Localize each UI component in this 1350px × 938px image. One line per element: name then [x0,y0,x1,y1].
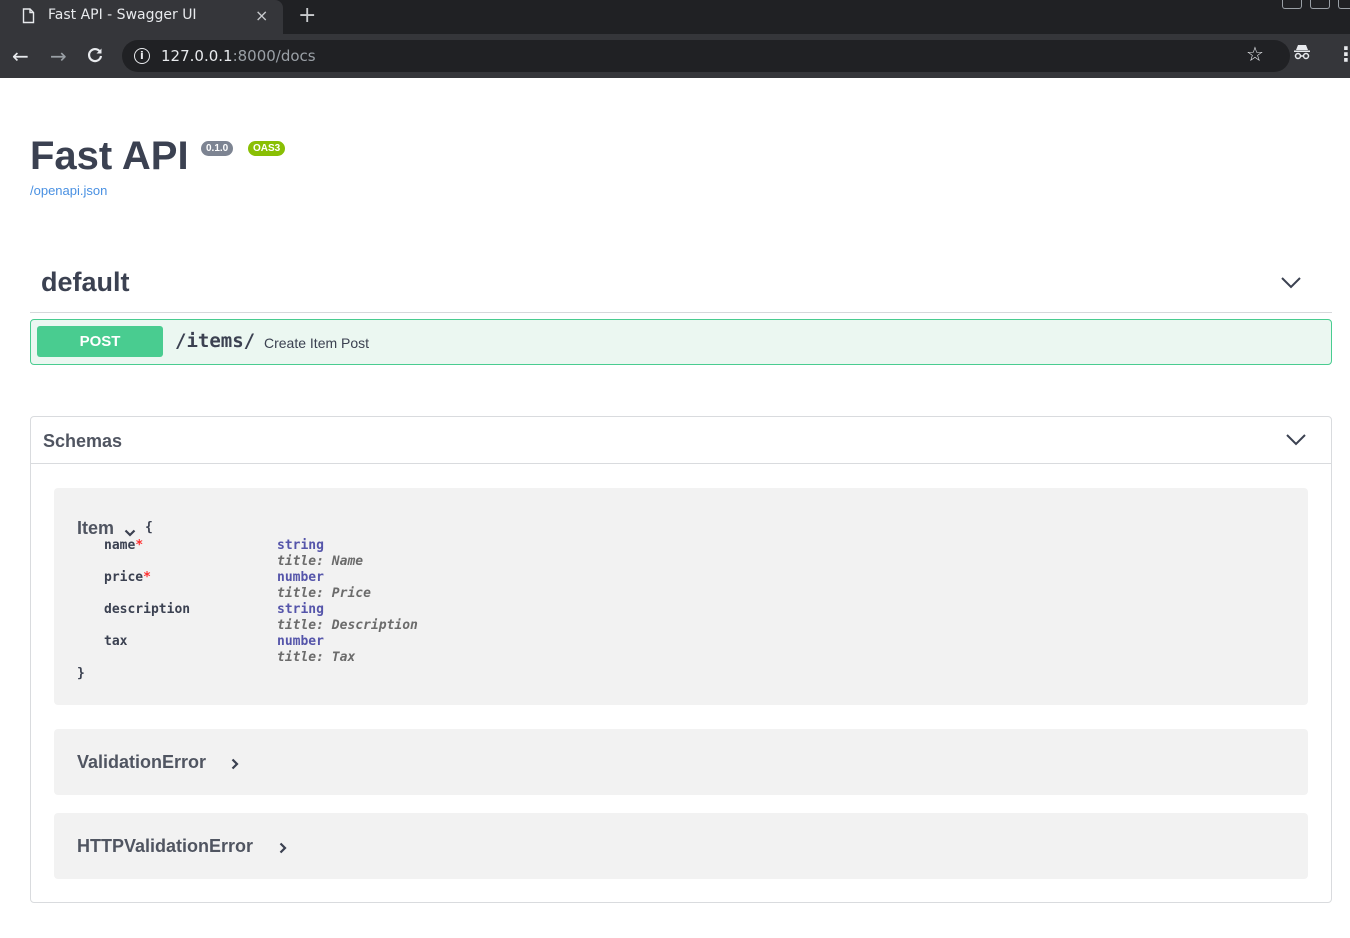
oas-badge: OAS3 [248,141,286,156]
chevron-right-icon[interactable] [279,841,287,859]
post-items-operation[interactable]: POST /items/ Create Item Post [30,319,1332,365]
api-title: Fast API [30,134,189,178]
chevron-right-icon[interactable] [231,757,239,775]
bookmark-star-icon[interactable]: ☆ [1246,42,1264,66]
reload-icon[interactable] [86,44,104,69]
open-brace: { [145,520,153,535]
property-type: number [277,570,324,585]
close-brace: } [77,666,85,681]
schemas-heading[interactable]: Schemas [43,431,122,452]
tag-divider [30,312,1332,313]
chevron-down-icon[interactable] [1285,433,1307,452]
model-title-http-validation-error[interactable]: HTTPValidationError [77,836,253,857]
model-item: Item { name* string title: Name price* n… [54,488,1308,705]
model-validation-error[interactable]: ValidationError [54,729,1308,795]
method-badge: POST [37,326,163,357]
property-type: number [277,634,324,649]
model-title-item[interactable]: Item [77,518,114,539]
property-description: description [104,602,191,617]
browser-menu-icon[interactable]: ⋮ [1336,42,1350,66]
schemas-divider [31,463,1331,464]
close-tab-icon[interactable]: × [255,6,268,25]
incognito-icon[interactable] [1293,44,1311,64]
openapi-spec-link[interactable]: /openapi.json [30,183,107,198]
tag-default-heading[interactable]: default [41,267,130,298]
version-badge: 0.1.0 [201,141,234,156]
property-tax: tax [104,634,128,649]
property-title: title: Tax [277,650,356,665]
forward-icon[interactable]: → [50,44,67,68]
chevron-down-icon[interactable] [1280,276,1302,295]
url-text: 127.0.0.1:8000/docs [161,47,316,65]
tab-title: Fast API - Swagger UI [48,7,197,23]
back-icon[interactable]: ← [12,44,29,68]
maximize-icon[interactable] [1310,0,1330,9]
browser-tab[interactable]: Fast API - Swagger UI × [0,0,283,34]
address-bar[interactable]: 127.0.0.1:8000/docs [122,40,1290,72]
model-title-validation-error[interactable]: ValidationError [77,752,206,773]
page-icon [22,8,35,29]
browser-tab-strip: Fast API - Swagger UI × + [0,0,1350,34]
operation-path: /items/ [175,330,256,352]
property-title: title: Description [277,618,418,633]
property-type: string [277,538,324,553]
minimize-icon[interactable] [1282,0,1302,9]
property-price: price* [104,570,151,585]
operation-summary: Create Item Post [264,335,370,351]
property-title: title: Price [277,586,371,601]
new-tab-icon[interactable]: + [298,3,316,28]
site-info-icon[interactable] [134,48,150,64]
browser-toolbar: ← → 127.0.0.1:8000/docs ☆ ⋮ [0,34,1350,78]
property-title: title: Name [277,554,364,569]
schemas-section: Schemas Item { name* string title: Name … [30,416,1332,903]
close-window-icon[interactable] [1338,0,1350,9]
property-type: string [277,602,324,617]
model-http-validation-error[interactable]: HTTPValidationError [54,813,1308,879]
property-name: name* [104,538,144,553]
